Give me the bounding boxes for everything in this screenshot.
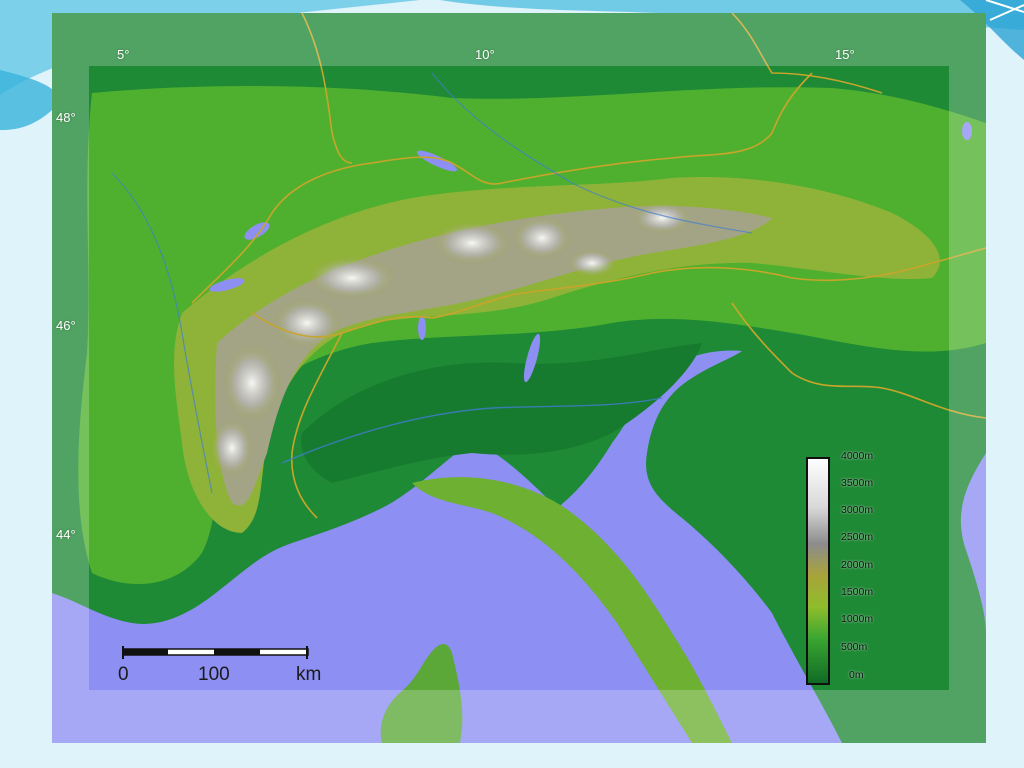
peak-area [272,298,342,348]
legend-label: 1000m [841,613,874,625]
elevation-color-bar [806,457,830,685]
legend-label: 500m [841,641,868,653]
legend-label: 4000m [841,450,874,462]
latitude-label: 46° [56,318,76,333]
alps-relief-map: 5° 10° 15° 48° 46° 44° 0 100 km 4000m 35… [52,13,986,743]
latitude-label: 44° [56,527,76,542]
peak-area [210,418,254,478]
peak-area [632,202,692,234]
latitude-label: 48° [56,110,76,125]
longitude-label: 5° [117,47,130,62]
legend-label: 3500m [841,477,874,489]
scale-bar-graphic [121,646,309,659]
peak-area [432,221,512,265]
legend-label: 3000m [841,504,874,516]
longitude-label: 15° [835,47,855,62]
lake [418,316,426,340]
scale-unit: km [296,664,322,685]
scale-middle: 100 [198,664,230,685]
scale-start: 0 [118,664,129,685]
scale-bar: 0 100 km [118,646,321,706]
peak-area [222,343,282,423]
legend-label: 2500m [841,531,874,543]
peak-area [567,249,617,277]
peak-area [512,216,572,260]
legend-label: 2000m [841,559,874,571]
peak-area [307,256,397,300]
longitude-label: 10° [475,47,495,62]
elevation-legend: 4000m 3500m 3000m 2500m 2000m 1500m 1000… [804,450,934,686]
legend-label: 1500m [841,586,874,598]
legend-label: 0m [849,669,864,681]
